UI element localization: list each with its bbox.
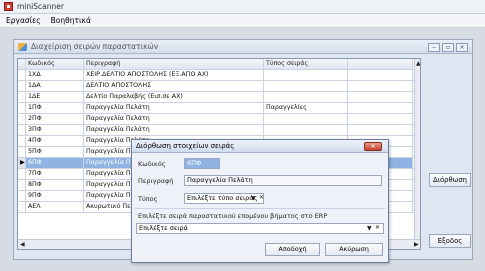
close-window-button[interactable]: × <box>456 43 468 52</box>
column-header-empty <box>348 59 413 69</box>
cell-description[interactable]: Παραγγελία Πελάτη <box>84 114 264 124</box>
cell-type[interactable] <box>264 114 348 124</box>
row-indicator <box>18 147 26 157</box>
scroll-up-arrow[interactable]: ▲ <box>416 60 420 67</box>
description-label: Περιγραφή <box>138 177 174 185</box>
scroll-left-arrow[interactable]: ◀ <box>20 241 25 248</box>
cell-empty <box>348 92 413 102</box>
erp-dropdown-icon[interactable]: ▼ <box>367 225 372 232</box>
row-indicator <box>18 191 26 201</box>
cell-description[interactable]: ΔΕΛΤΙΟ ΑΠΟΣΤΟΛΗΣ <box>84 81 264 91</box>
cell-description[interactable]: ΧΕΙΡ.ΔΕΛΤΙΟ ΑΠΟΣΤΟΛΗΣ (ΕΞ.ΑΠΟ ΑΧ) <box>84 70 264 80</box>
window-controls: ‒ ▫ × <box>428 43 468 52</box>
table-row[interactable]: 1ΔΑ ΔΕΛΤΙΟ ΑΠΟΣΤΟΛΗΣ <box>18 81 420 92</box>
cell-code[interactable]: 3ΠΦ <box>26 125 84 135</box>
separator <box>135 208 385 209</box>
menu-bar: Εργασίες Βοηθητικά <box>0 14 485 28</box>
row-indicator <box>18 103 26 113</box>
table-row[interactable]: 3ΠΦ Παραγγελία Πελάτη <box>18 125 420 136</box>
cell-empty <box>348 114 413 124</box>
dialog-close-button[interactable]: ✕ <box>364 142 382 151</box>
window-icon <box>18 42 27 51</box>
column-header-type[interactable]: Τύπος σειράς <box>264 59 348 69</box>
app-icon <box>4 2 13 11</box>
exit-button[interactable]: Εξοδος <box>429 234 471 248</box>
cell-type[interactable] <box>264 81 348 91</box>
vertical-scrollbar[interactable]: ▲ <box>414 59 420 239</box>
row-indicator <box>18 180 26 190</box>
cell-code[interactable]: 7ΠΦ <box>26 169 84 179</box>
cell-code[interactable]: 1ΧΔ <box>26 70 84 80</box>
erp-clear-icon[interactable]: ✕ <box>375 224 380 231</box>
row-indicator-header <box>18 59 26 69</box>
cell-code[interactable]: 4ΠΦ <box>26 136 84 146</box>
cell-description[interactable]: Δελτίο Παραλαβής (Εισ.σε ΑΧ) <box>84 92 264 102</box>
cell-code[interactable]: 9ΠΦ <box>26 191 84 201</box>
grid-header: Κωδικός Περιγραφή Τύπος σειράς <box>18 59 420 70</box>
cell-empty <box>348 103 413 113</box>
row-indicator: ▶ <box>18 158 26 168</box>
cell-code[interactable]: 1ΠΦ <box>26 103 84 113</box>
type-clear-icon[interactable]: ✕ <box>259 194 264 201</box>
row-indicator <box>18 70 26 80</box>
menu-item-utilities[interactable]: Βοηθητικά <box>51 16 91 25</box>
cell-code[interactable]: 5ΠΦ <box>26 147 84 157</box>
table-row[interactable]: 1ΔΕ Δελτίο Παραλαβής (Εισ.σε ΑΧ) <box>18 92 420 103</box>
cell-empty <box>348 70 413 80</box>
menu-item-tasks[interactable]: Εργασίες <box>6 16 41 25</box>
row-indicator <box>18 125 26 135</box>
row-indicator <box>18 202 26 212</box>
cancel-button[interactable]: Ακύρωση <box>325 243 383 256</box>
cell-code[interactable]: 6ΠΦ <box>26 158 84 168</box>
type-label: Τύπος <box>138 195 158 203</box>
code-field[interactable]: 6ΠΦ <box>184 158 220 169</box>
window-title: Διαχείριση σειρών παραστατικών <box>31 42 159 51</box>
edit-series-dialog: Διόρθωση στοιχείων σειράς ✕ Κωδικός 6ΠΦ … <box>131 139 389 263</box>
cell-type[interactable] <box>264 125 348 135</box>
cell-code[interactable]: 1ΔΑ <box>26 81 84 91</box>
row-indicator <box>18 81 26 91</box>
maximize-button[interactable]: ▫ <box>442 43 454 52</box>
dialog-title: Διόρθωση στοιχείων σειράς <box>136 142 235 150</box>
cell-code[interactable]: 1ΔΕ <box>26 92 84 102</box>
row-indicator <box>18 136 26 146</box>
app-titlebar: miniScanner <box>0 0 485 14</box>
cell-code[interactable]: 2ΠΦ <box>26 114 84 124</box>
type-dropdown-icon[interactable]: ▼ <box>251 195 256 202</box>
app-title: miniScanner <box>17 2 64 11</box>
row-indicator <box>18 169 26 179</box>
table-row[interactable]: 1ΠΦ Παραγγελία Πελάτη Παραγγελίες <box>18 103 420 114</box>
edit-button[interactable]: Διόρθωση <box>429 173 471 187</box>
cell-type[interactable] <box>264 70 348 80</box>
cell-code[interactable]: ΑΕΛ <box>26 202 84 212</box>
table-row[interactable]: 2ΠΦ Παραγγελία Πελάτη <box>18 114 420 125</box>
erp-series-combobox[interactable]: Επιλέξτε σειρά <box>136 223 384 234</box>
cell-type[interactable] <box>264 92 348 102</box>
scroll-right-arrow[interactable]: ▶ <box>414 241 419 248</box>
code-label: Κωδικός <box>138 160 166 168</box>
dialog-body: Κωδικός 6ΠΦ Περιγραφή Παραγγελία Πελάτη … <box>132 153 388 262</box>
accept-button[interactable]: Αποδοχή <box>265 243 320 256</box>
column-header-code[interactable]: Κωδικός <box>26 59 84 69</box>
minimize-button[interactable]: ‒ <box>428 43 440 52</box>
column-header-description[interactable]: Περιγραφή <box>84 59 264 69</box>
description-field[interactable]: Παραγγελία Πελάτη <box>184 175 382 186</box>
cell-code[interactable]: 8ΠΦ <box>26 180 84 190</box>
cell-type[interactable]: Παραγγελίες <box>264 103 348 113</box>
window-header: Διαχείριση σειρών παραστατικών ‒ ▫ × <box>14 40 472 54</box>
row-indicator <box>18 114 26 124</box>
table-row[interactable]: 1ΧΔ ΧΕΙΡ.ΔΕΛΤΙΟ ΑΠΟΣΤΟΛΗΣ (ΕΞ.ΑΠΟ ΑΧ) <box>18 70 420 81</box>
erp-series-label: Επιλέξτε σειρά παραστατικού επομένου βήμ… <box>138 212 328 220</box>
cell-empty <box>348 125 413 135</box>
cell-description[interactable]: Παραγγελία Πελάτη <box>84 103 264 113</box>
dialog-titlebar: Διόρθωση στοιχείων σειράς <box>132 140 388 153</box>
cell-description[interactable]: Παραγγελία Πελάτη <box>84 125 264 135</box>
row-indicator <box>18 92 26 102</box>
cell-empty <box>348 81 413 91</box>
